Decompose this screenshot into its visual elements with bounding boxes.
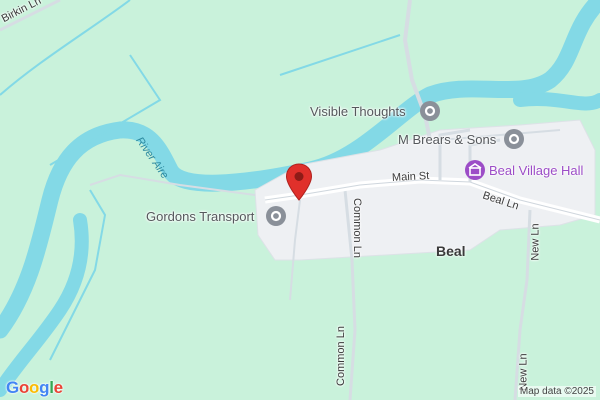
map-attribution[interactable]: Map data ©2025 xyxy=(517,386,596,397)
google-logo-wordmark: Google xyxy=(6,378,63,397)
road-label-common-ln-lower: Common Ln xyxy=(334,326,347,386)
road-label-new-ln-upper: New Ln xyxy=(529,223,542,261)
town-label-beal[interactable]: Beal xyxy=(436,243,466,259)
poi-label-m-brears[interactable]: M Brears & Sons xyxy=(398,132,496,147)
road-label-common-ln-upper: Common Ln xyxy=(350,198,363,258)
google-logo-letter: o xyxy=(18,378,30,397)
google-logo-letter: e xyxy=(53,378,63,397)
civic-building-icon[interactable] xyxy=(464,159,486,181)
poi-pin-icon[interactable] xyxy=(503,128,525,150)
google-logo-letter: G xyxy=(6,378,19,397)
river-channel-north xyxy=(513,92,600,111)
poi-pin-icon[interactable] xyxy=(265,205,287,227)
google-logo-letter: g xyxy=(39,378,50,397)
google-logo[interactable]: Google xyxy=(6,378,63,398)
poi-label-beal-village-hall[interactable]: Beal Village Hall xyxy=(489,163,583,178)
poi-pin-icon[interactable] xyxy=(419,100,441,122)
location-marker-icon[interactable] xyxy=(285,163,313,201)
map-canvas[interactable]: Birkin Ln Main St Beal Ln Common Ln Comm… xyxy=(0,0,600,400)
poi-label-visible-thoughts[interactable]: Visible Thoughts xyxy=(310,104,406,119)
road-label-main-st: Main St xyxy=(391,170,430,184)
google-logo-letter: o xyxy=(29,378,40,397)
poi-label-gordons-transport[interactable]: Gordons Transport xyxy=(146,209,254,224)
